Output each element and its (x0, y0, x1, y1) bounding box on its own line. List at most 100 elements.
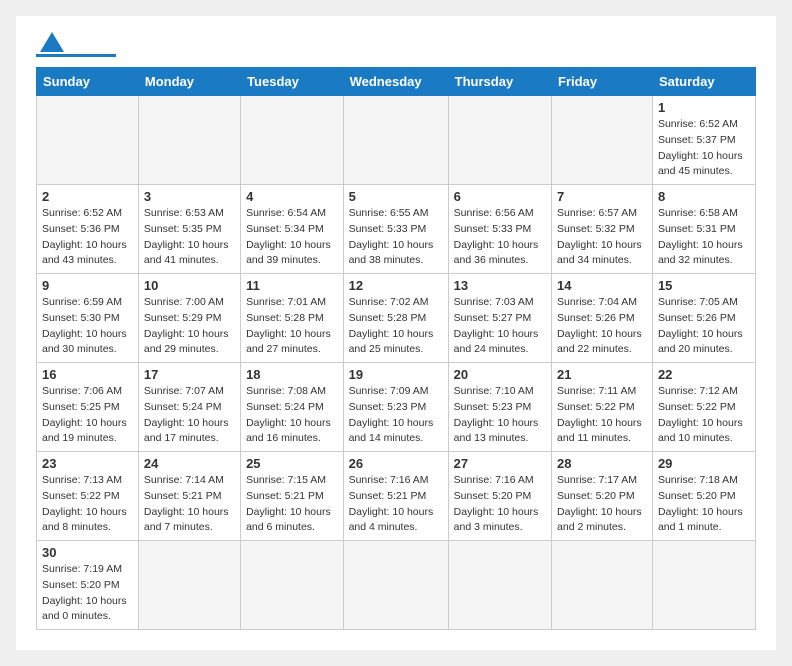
calendar-day-cell (343, 541, 448, 630)
calendar-day-cell: 1 Sunrise: 6:52 AM Sunset: 5:37 PM Daylig… (652, 96, 755, 185)
calendar-day-cell: 3 Sunrise: 6:53 AM Sunset: 5:35 PM Daylig… (138, 185, 240, 274)
calendar-day-cell: 17Sunrise: 7:07 AM Sunset: 5:24 PM Dayli… (138, 363, 240, 452)
calendar-header-row: SundayMondayTuesdayWednesdayThursdayFrid… (37, 68, 756, 96)
calendar-day-header: Wednesday (343, 68, 448, 96)
calendar-day-cell: 23 Sunrise: 7:13 AM Sunset: 5:22 PM Dayli… (37, 452, 139, 541)
day-number: 30 (42, 545, 133, 560)
calendar-day-cell: 13 Sunrise: 7:03 AM Sunset: 5:27 PM Dayli… (448, 274, 551, 363)
calendar-day-cell (652, 541, 755, 630)
day-number: 14 (557, 278, 647, 293)
day-number: 12 (349, 278, 443, 293)
calendar-day-cell: 19 Sunrise: 7:09 AM Sunset: 5:23 PM Dayli… (343, 363, 448, 452)
calendar-day-cell: 9 Sunrise: 6:59 AM Sunset: 5:30 PM Daylig… (37, 274, 139, 363)
header (36, 32, 756, 57)
calendar-week-row: 2 Sunrise: 6:52 AM Sunset: 5:36 PM Daylig… (37, 185, 756, 274)
calendar-day-cell (241, 541, 344, 630)
calendar-day-cell: 30Sunrise: 7:19 AM Sunset: 5:20 PM Dayli… (37, 541, 139, 630)
logo-triangle-icon (40, 32, 64, 52)
day-info: Sunrise: 7:00 AM Sunset: 5:29 PM Dayligh… (144, 295, 235, 358)
day-number: 9 (42, 278, 133, 293)
calendar-day-header: Thursday (448, 68, 551, 96)
day-info: Sunrise: 7:16 AM Sunset: 5:20 PM Dayligh… (454, 473, 546, 536)
calendar-day-cell: 15Sunrise: 7:05 AM Sunset: 5:26 PM Dayli… (652, 274, 755, 363)
calendar-day-cell: 7Sunrise: 6:57 AM Sunset: 5:32 PM Daylig… (552, 185, 653, 274)
calendar-day-cell (448, 96, 551, 185)
calendar-day-header: Monday (138, 68, 240, 96)
day-info: Sunrise: 6:52 AM Sunset: 5:37 PM Dayligh… (658, 117, 750, 180)
day-number: 8 (658, 189, 750, 204)
calendar-day-cell (448, 541, 551, 630)
logo-text (36, 32, 64, 52)
calendar-day-cell: 26 Sunrise: 7:16 AM Sunset: 5:21 PM Dayli… (343, 452, 448, 541)
day-number: 4 (246, 189, 338, 204)
day-info: Sunrise: 7:05 AM Sunset: 5:26 PM Dayligh… (658, 295, 750, 358)
calendar-day-header: Tuesday (241, 68, 344, 96)
day-number: 19 (349, 367, 443, 382)
calendar-day-cell: 12 Sunrise: 7:02 AM Sunset: 5:28 PM Dayli… (343, 274, 448, 363)
calendar-day-cell: 28Sunrise: 7:17 AM Sunset: 5:20 PM Dayli… (552, 452, 653, 541)
day-info: Sunrise: 7:03 AM Sunset: 5:27 PM Dayligh… (454, 295, 546, 358)
day-info: Sunrise: 7:16 AM Sunset: 5:21 PM Dayligh… (349, 473, 443, 536)
day-number: 26 (349, 456, 443, 471)
calendar-day-cell: 4 Sunrise: 6:54 AM Sunset: 5:34 PM Daylig… (241, 185, 344, 274)
day-number: 6 (454, 189, 546, 204)
day-number: 1 (658, 100, 750, 115)
day-number: 25 (246, 456, 338, 471)
day-number: 22 (658, 367, 750, 382)
day-info: Sunrise: 7:02 AM Sunset: 5:28 PM Dayligh… (349, 295, 443, 358)
day-number: 28 (557, 456, 647, 471)
day-info: Sunrise: 7:04 AM Sunset: 5:26 PM Dayligh… (557, 295, 647, 358)
day-info: Sunrise: 7:15 AM Sunset: 5:21 PM Dayligh… (246, 473, 338, 536)
day-info: Sunrise: 6:56 AM Sunset: 5:33 PM Dayligh… (454, 206, 546, 269)
calendar-day-header: Sunday (37, 68, 139, 96)
day-number: 23 (42, 456, 133, 471)
day-info: Sunrise: 6:55 AM Sunset: 5:33 PM Dayligh… (349, 206, 443, 269)
calendar-week-row: 30Sunrise: 7:19 AM Sunset: 5:20 PM Dayli… (37, 541, 756, 630)
calendar-week-row: 23 Sunrise: 7:13 AM Sunset: 5:22 PM Dayli… (37, 452, 756, 541)
calendar-day-cell: 11Sunrise: 7:01 AM Sunset: 5:28 PM Dayli… (241, 274, 344, 363)
day-info: Sunrise: 6:53 AM Sunset: 5:35 PM Dayligh… (144, 206, 235, 269)
calendar-day-cell: 20 Sunrise: 7:10 AM Sunset: 5:23 PM Dayli… (448, 363, 551, 452)
day-info: Sunrise: 6:54 AM Sunset: 5:34 PM Dayligh… (246, 206, 338, 269)
day-number: 10 (144, 278, 235, 293)
calendar-day-cell: 18Sunrise: 7:08 AM Sunset: 5:24 PM Dayli… (241, 363, 344, 452)
day-info: Sunrise: 7:07 AM Sunset: 5:24 PM Dayligh… (144, 384, 235, 447)
day-number: 21 (557, 367, 647, 382)
calendar-week-row: 1 Sunrise: 6:52 AM Sunset: 5:37 PM Daylig… (37, 96, 756, 185)
calendar-week-row: 16Sunrise: 7:06 AM Sunset: 5:25 PM Dayli… (37, 363, 756, 452)
calendar-day-cell: 5 Sunrise: 6:55 AM Sunset: 5:33 PM Daylig… (343, 185, 448, 274)
day-info: Sunrise: 7:12 AM Sunset: 5:22 PM Dayligh… (658, 384, 750, 447)
day-info: Sunrise: 6:52 AM Sunset: 5:36 PM Dayligh… (42, 206, 133, 269)
calendar-day-cell: 24Sunrise: 7:14 AM Sunset: 5:21 PM Dayli… (138, 452, 240, 541)
day-info: Sunrise: 6:59 AM Sunset: 5:30 PM Dayligh… (42, 295, 133, 358)
day-info: Sunrise: 7:10 AM Sunset: 5:23 PM Dayligh… (454, 384, 546, 447)
day-info: Sunrise: 7:13 AM Sunset: 5:22 PM Dayligh… (42, 473, 133, 536)
day-info: Sunrise: 7:08 AM Sunset: 5:24 PM Dayligh… (246, 384, 338, 447)
day-number: 5 (349, 189, 443, 204)
calendar-day-cell: 29Sunrise: 7:18 AM Sunset: 5:20 PM Dayli… (652, 452, 755, 541)
day-info: Sunrise: 7:14 AM Sunset: 5:21 PM Dayligh… (144, 473, 235, 536)
calendar-page: SundayMondayTuesdayWednesdayThursdayFrid… (16, 16, 776, 650)
calendar-day-cell: 6 Sunrise: 6:56 AM Sunset: 5:33 PM Daylig… (448, 185, 551, 274)
calendar-day-cell: 14 Sunrise: 7:04 AM Sunset: 5:26 PM Dayli… (552, 274, 653, 363)
day-info: Sunrise: 6:58 AM Sunset: 5:31 PM Dayligh… (658, 206, 750, 269)
calendar-day-header: Friday (552, 68, 653, 96)
day-number: 20 (454, 367, 546, 382)
day-number: 3 (144, 189, 235, 204)
calendar-day-header: Saturday (652, 68, 755, 96)
day-number: 11 (246, 278, 338, 293)
calendar-day-cell: 8 Sunrise: 6:58 AM Sunset: 5:31 PM Daylig… (652, 185, 755, 274)
day-info: Sunrise: 7:09 AM Sunset: 5:23 PM Dayligh… (349, 384, 443, 447)
calendar-table: SundayMondayTuesdayWednesdayThursdayFrid… (36, 67, 756, 630)
calendar-day-cell: 27 Sunrise: 7:16 AM Sunset: 5:20 PM Dayli… (448, 452, 551, 541)
calendar-day-cell: 16Sunrise: 7:06 AM Sunset: 5:25 PM Dayli… (37, 363, 139, 452)
calendar-day-cell (552, 96, 653, 185)
day-info: Sunrise: 7:06 AM Sunset: 5:25 PM Dayligh… (42, 384, 133, 447)
day-number: 13 (454, 278, 546, 293)
day-number: 2 (42, 189, 133, 204)
day-number: 27 (454, 456, 546, 471)
calendar-week-row: 9 Sunrise: 6:59 AM Sunset: 5:30 PM Daylig… (37, 274, 756, 363)
calendar-day-cell: 25 Sunrise: 7:15 AM Sunset: 5:21 PM Dayli… (241, 452, 344, 541)
calendar-day-cell (343, 96, 448, 185)
calendar-day-cell: 10 Sunrise: 7:00 AM Sunset: 5:29 PM Dayli… (138, 274, 240, 363)
